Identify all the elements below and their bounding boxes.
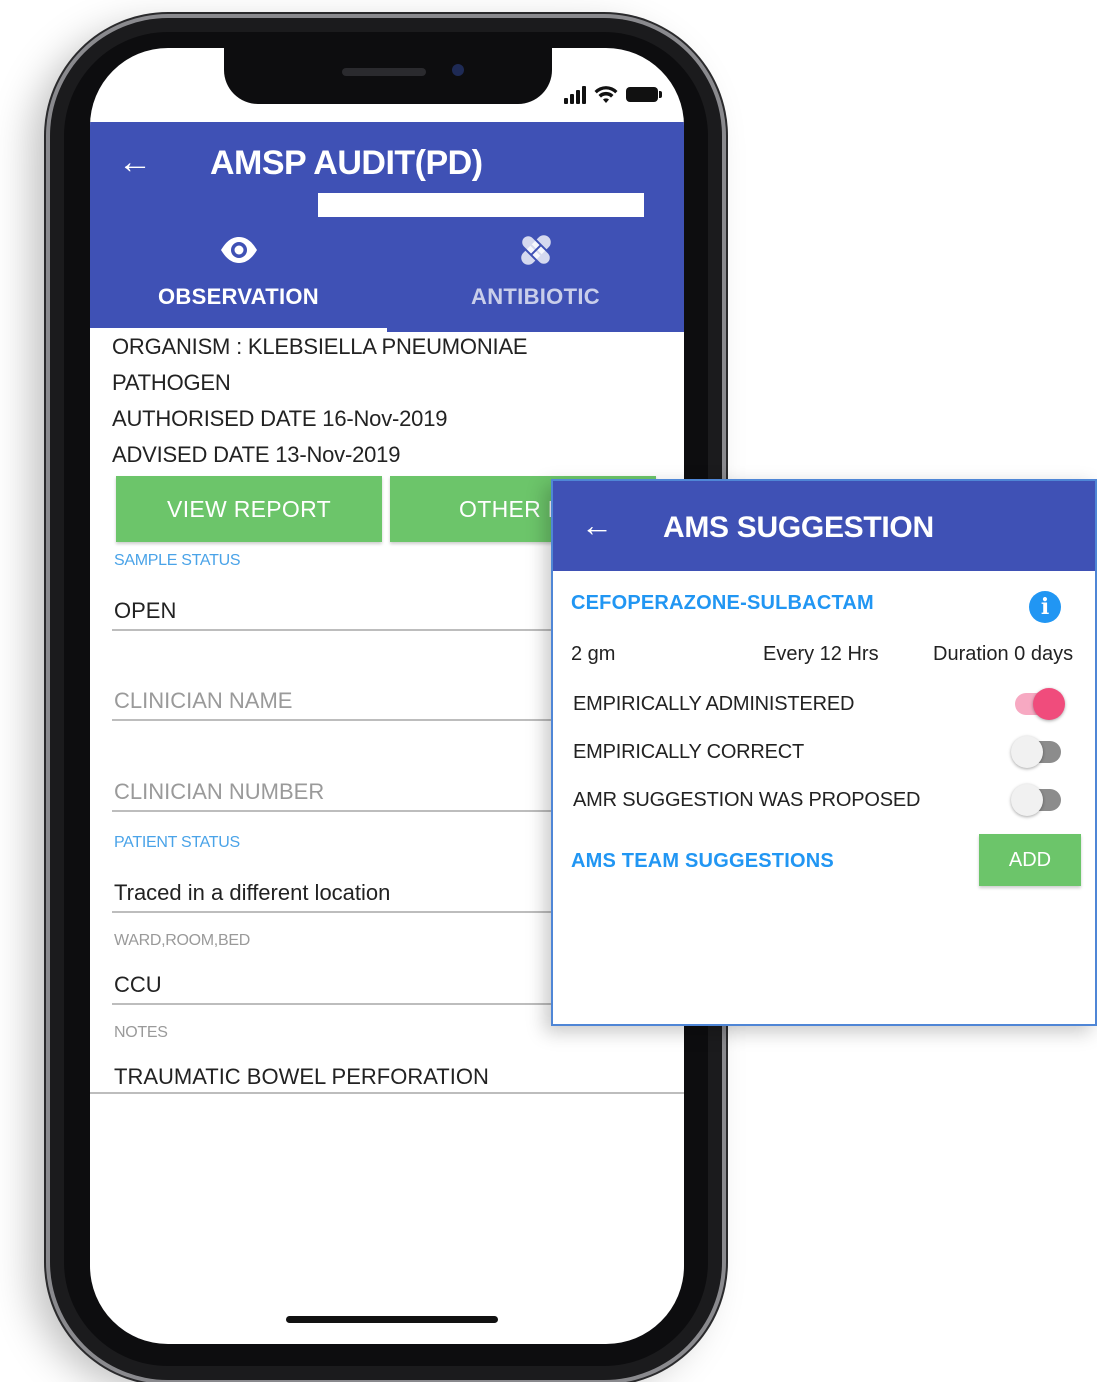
duration-text: Duration 0 days [933,643,1074,665]
patient-status-value[interactable]: Traced in a different location [114,880,390,906]
ams-suggestion-dialog: ← AMS SUGGESTION CEFOPERAZONE-SULBACTAM … [551,479,1097,1026]
active-tab-indicator [90,328,387,332]
notes-value[interactable]: TRAUMATIC BOWEL PERFORATION [114,1064,489,1090]
pathogen-text: PATHOGEN [112,370,231,395]
notch [224,48,552,104]
authorised-date-text: AUTHORISED DATE 16-Nov-2019 [112,406,448,431]
dialog-title: AMS SUGGESTION [663,511,934,544]
dialog-header: ← AMS SUGGESTION [553,481,1095,571]
home-indicator[interactable] [286,1316,498,1323]
tab-observation[interactable]: OBSERVATION [90,226,387,332]
speaker-grille [342,68,426,76]
sample-status-value[interactable]: OPEN [114,598,176,624]
patient-status-caption: PATIENT STATUS [114,834,240,851]
dose-text: 2 gm [571,643,616,665]
tab-label: ANTIBIOTIC [471,284,600,309]
wifi-icon [594,86,618,103]
redacted-bar [318,193,644,217]
notes-caption: NOTES [114,1024,168,1041]
advised-date-text: ADVISED DATE 13-Nov-2019 [112,442,401,467]
eye-icon [220,237,257,263]
pills-icon [519,234,552,266]
toggle-label-empirically-administered: EMPIRICALLY ADMINISTERED [573,693,855,715]
sample-status-caption: SAMPLE STATUS [114,552,241,569]
toggle-label-empirically-correct: EMPIRICALLY CORRECT [573,741,805,763]
toggle-knob [1011,736,1043,768]
info-icon[interactable]: i [1029,591,1061,623]
ams-team-suggestions-label: AMS TEAM SUGGESTIONS [571,850,834,872]
signal-icon [564,86,586,104]
page-title: AMSP AUDIT(PD) [210,144,483,182]
tab-label: OBSERVATION [158,284,319,309]
toggle-empirically-correct[interactable] [1011,736,1061,768]
dialog-back-arrow-icon[interactable]: ← [581,507,613,543]
view-report-button[interactable]: VIEW REPORT [116,476,382,542]
toggle-knob [1011,784,1043,816]
front-camera [452,64,464,76]
ward-caption: WARD,ROOM,BED [114,932,250,949]
organism-text: ORGANISM : KLEBSIELLA PNEUMONIAE [112,334,528,359]
add-button[interactable]: ADD [979,834,1081,886]
toggle-empirically-administered[interactable] [1015,688,1065,720]
frequency-text: Every 12 Hrs [763,643,879,665]
status-bar-icons [564,82,662,104]
back-arrow-icon[interactable]: ← [118,142,152,182]
toggle-label-amr-suggestion: AMR SUGGESTION WAS PROPOSED [573,789,921,811]
tab-antibiotic[interactable]: ANTIBIOTIC [387,226,684,332]
notes-underline [90,1092,684,1094]
drug-name: CEFOPERAZONE-SULBACTAM [571,592,874,614]
app-header: ← AMSP AUDIT(PD) OBSERVATION ANTIBIOTIC [90,122,684,332]
clinician-number-input[interactable]: CLINICIAN NUMBER [114,779,324,805]
toggle-amr-suggestion[interactable] [1011,784,1061,816]
toggle-knob [1033,688,1065,720]
ward-value[interactable]: CCU [114,972,162,998]
clinician-name-input[interactable]: CLINICIAN NAME [114,688,292,714]
battery-icon [626,87,662,102]
